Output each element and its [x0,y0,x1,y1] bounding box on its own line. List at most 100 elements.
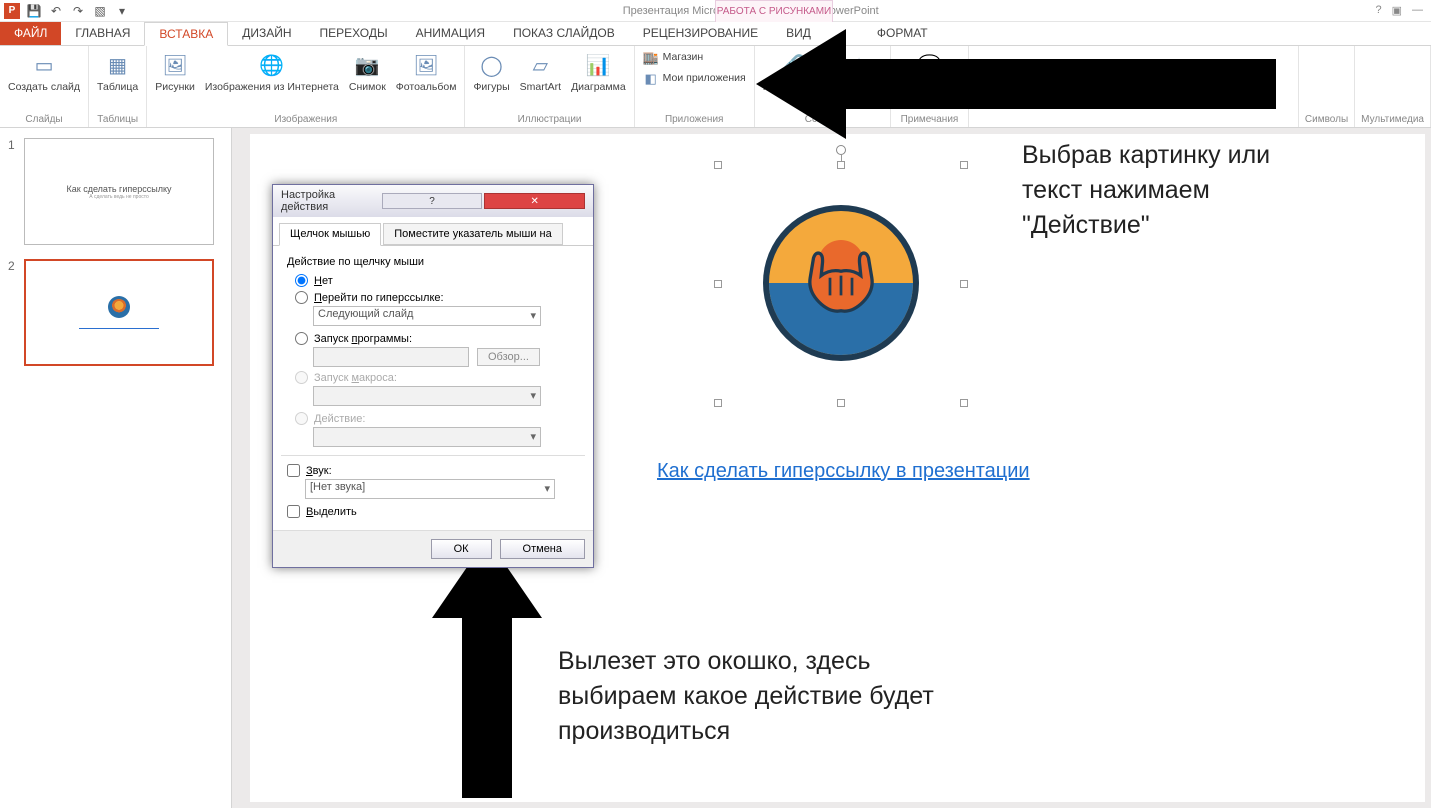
store-icon: 🏬 [643,50,659,66]
thumb2-logo-icon [108,296,130,318]
tab-home[interactable]: ГЛАВНАЯ [61,22,144,45]
resize-handle-tm[interactable] [837,161,845,169]
dialog-close-icon[interactable]: ✕ [484,193,585,209]
program-path-input [313,347,469,367]
photo-album-button[interactable]: 🖼Фотоальбом [394,48,459,96]
shapes-icon: ◯ [476,50,508,82]
tab-animation[interactable]: АНИМАЦИЯ [402,22,499,45]
dialog-tabs: Щелчок мышью Поместите указатель мыши на [273,217,593,246]
checkbox-sound[interactable] [287,464,300,477]
option-highlight[interactable]: Выделить [287,505,579,518]
redo-icon[interactable]: ↷ [70,3,86,19]
online-pictures-icon: 🌐 [256,50,288,82]
checkbox-highlight-label[interactable]: Выделить [306,506,357,518]
dialog-titlebar[interactable]: Настройка действия ? ✕ [273,185,593,217]
dialog-group-label: Действие по щелчку мыши [287,256,579,268]
qat-dropdown-icon[interactable]: ▾ [114,3,130,19]
minimize-icon[interactable]: — [1412,4,1423,17]
resize-handle-lm[interactable] [714,280,722,288]
pictures-button[interactable]: 🖼Рисунки [153,48,197,96]
option-sound[interactable]: Звук: [287,464,579,477]
slide-thumbnails-panel: 1 Как сделать гиперссылку А сделать ведь… [0,128,232,808]
thumb-row-1: 1 Как сделать гиперссылку А сделать ведь… [8,138,223,245]
selected-image[interactable] [718,165,964,403]
undo-icon[interactable]: ↶ [48,3,64,19]
resize-handle-tr[interactable] [960,161,968,169]
dialog-tab-click[interactable]: Щелчок мышью [279,223,381,246]
tab-design[interactable]: ДИЗАЙН [228,22,305,45]
radio-none-label[interactable]: Нет [314,275,333,287]
quick-access-toolbar: P 💾 ↶ ↷ ▧ ▾ [0,3,134,19]
radio-program-label[interactable]: Запуск программы: [314,333,412,345]
ok-button[interactable]: ОК [431,539,492,559]
chart-label: Диаграмма [571,82,626,94]
radio-hyperlink[interactable] [295,291,308,304]
annotation-top-l3: "Действие" [1022,208,1270,243]
arrow-bottom-icon [432,538,542,798]
tab-insert[interactable]: ВСТАВКА [144,22,228,46]
cancel-button[interactable]: Отмена [500,539,585,559]
screenshot-label: Снимок [349,82,386,94]
new-slide-button[interactable]: ▭ Создать слайд [6,48,82,96]
slide-thumbnail-2[interactable] [24,259,214,366]
option-none[interactable]: Нет [295,274,579,287]
tab-transitions[interactable]: ПЕРЕХОДЫ [306,22,402,45]
my-apps-button[interactable]: ◧Мои приложения [641,69,748,89]
radio-macro-label: Запуск макроса: [314,372,397,384]
resize-handle-rm[interactable] [960,280,968,288]
radio-program[interactable] [295,332,308,345]
resize-handle-tl[interactable] [714,161,722,169]
annotation-bottom-l1: Вылезет это окошко, здесь [558,644,934,679]
table-button[interactable]: ▦ Таблица [95,48,140,96]
action-select [313,427,541,447]
checkbox-highlight[interactable] [287,505,300,518]
tab-review[interactable]: РЕЦЕНЗИРОВАНИЕ [629,22,772,45]
help-icon[interactable]: ? [1375,4,1381,17]
online-pictures-button[interactable]: 🌐Изображения из Интернета [203,48,341,96]
ribbon-display-icon[interactable]: ▣ [1392,4,1402,17]
browse-button[interactable]: Обзор... [477,348,540,366]
dialog-tab-hover[interactable]: Поместите указатель мыши на [383,223,563,245]
new-slide-label: Создать слайд [8,82,80,94]
smartart-icon: ▱ [524,50,556,82]
screenshot-button[interactable]: 📷Снимок [347,48,388,96]
radio-none[interactable] [295,274,308,287]
thumb2-link-line [79,328,159,329]
resize-handle-br[interactable] [960,399,968,407]
pictures-icon: 🖼 [159,50,191,82]
screenshot-icon: 📷 [351,50,383,82]
start-slideshow-icon[interactable]: ▧ [92,3,108,19]
thumb-number-2: 2 [8,259,18,273]
dialog-footer: ОК Отмена [273,530,593,567]
macro-select [313,386,541,406]
group-images-label: Изображения [274,112,337,127]
slide-thumbnail-1[interactable]: Как сделать гиперссылку А сделать ведь н… [24,138,214,245]
annotation-bottom-l3: производиться [558,714,934,749]
smartart-label: SmartArt [520,82,561,94]
option-hyperlink[interactable]: Перейти по гиперссылке: [295,291,579,304]
radio-hyperlink-label[interactable]: Перейти по гиперссылке: [314,292,444,304]
store-button[interactable]: 🏬Магазин [641,48,748,68]
logo-image [763,205,919,361]
resize-handle-bm[interactable] [837,399,845,407]
dialog-help-icon[interactable]: ? [382,193,483,209]
thumb-number-1: 1 [8,138,18,152]
tab-file[interactable]: ФАЙЛ [0,22,61,45]
smartart-button[interactable]: ▱SmartArt [518,48,563,96]
resize-handle-bl[interactable] [714,399,722,407]
slide-hyperlink-text[interactable]: Как сделать гиперссылку в презентации [657,460,1030,483]
online-pictures-label: Изображения из Интернета [205,82,339,94]
save-icon[interactable]: 💾 [26,3,42,19]
group-symbols-label: Символы [1305,112,1348,127]
group-illustrations-label: Иллюстрации [518,112,582,127]
option-program[interactable]: Запуск программы: [295,332,579,345]
shapes-button[interactable]: ◯Фигуры [471,48,511,96]
sound-select[interactable]: [Нет звука] [305,479,555,499]
tab-slideshow[interactable]: ПОКАЗ СЛАЙДОВ [499,22,629,45]
rotate-handle-icon[interactable] [836,145,846,155]
option-macro: Запуск макроса: [295,371,579,384]
hand-icon [786,225,896,335]
hyperlink-target-select[interactable]: Следующий слайд [313,306,541,326]
chart-button[interactable]: 📊Диаграмма [569,48,628,96]
checkbox-sound-label[interactable]: Звук: [306,465,332,477]
